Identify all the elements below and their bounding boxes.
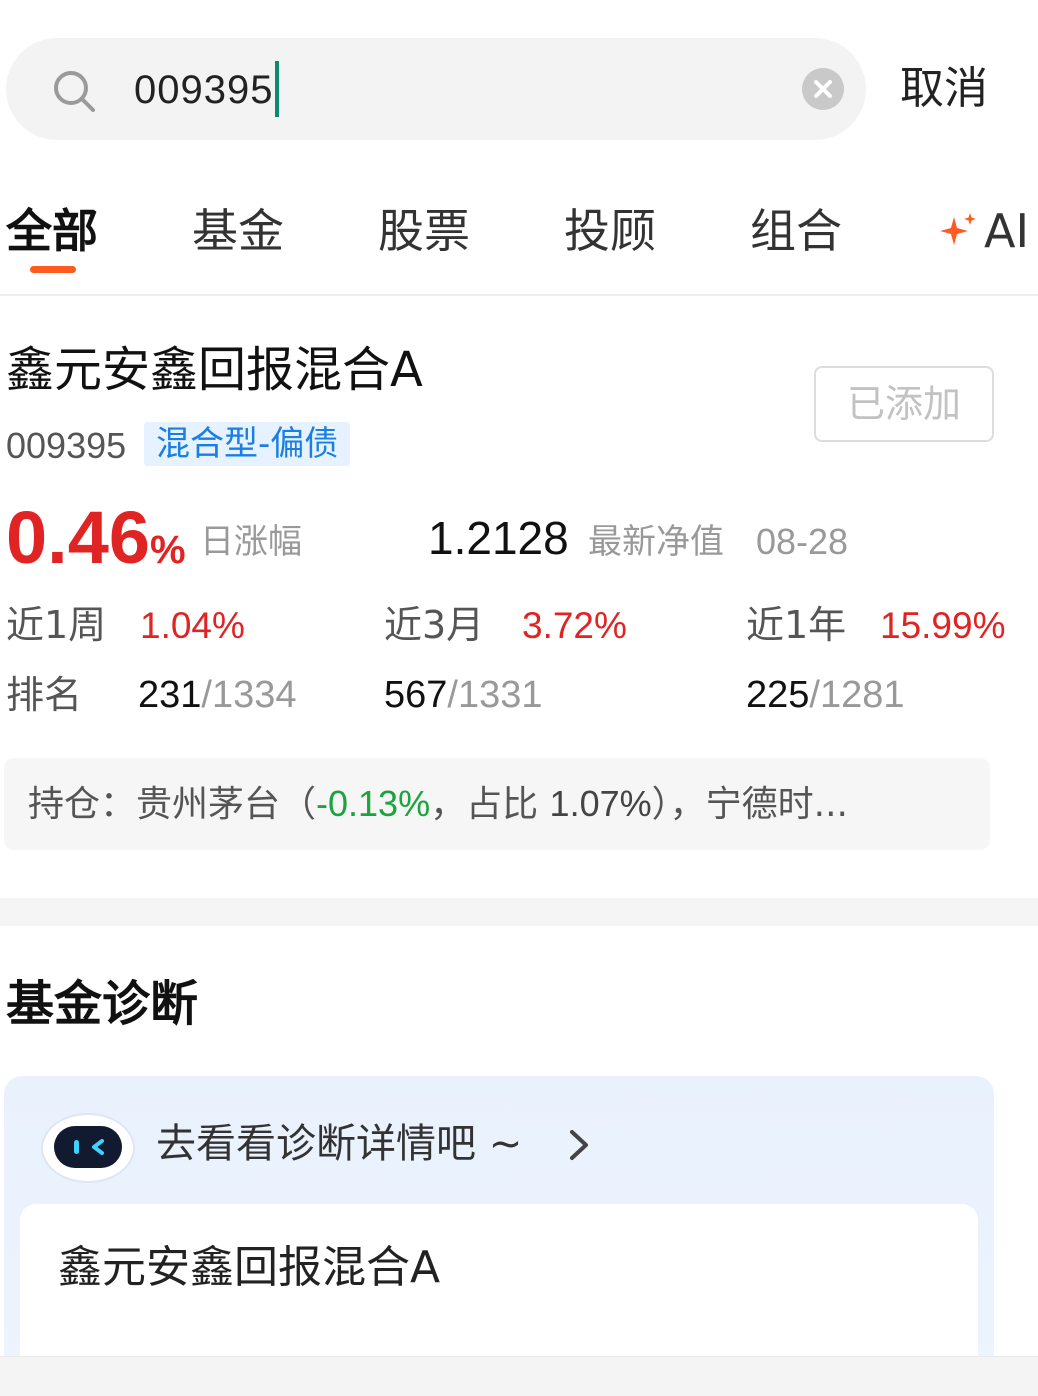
category-tabs: 全部 基金 股票 投顾 组合 AI xyxy=(0,192,1038,296)
added-button[interactable]: 已添加 xyxy=(814,366,994,442)
bottom-bar-edge xyxy=(0,1356,1038,1396)
search-input[interactable]: 009395 xyxy=(134,60,280,120)
holdings-summary[interactable]: 持仓：贵州茅台（-0.13%，占比 1.07%），宁德时... xyxy=(4,758,990,850)
cancel-button[interactable]: 取消 xyxy=(900,58,988,120)
rank-1y: 225/1281 xyxy=(746,674,905,716)
perf-value-1y: 15.99% xyxy=(880,605,1006,646)
tab-ai[interactable]: AI xyxy=(938,202,1029,260)
section-title-diagnosis: 基金诊断 xyxy=(6,976,199,1032)
sparkle-icon xyxy=(940,213,976,245)
perf-value-3m: 3.72% xyxy=(522,605,627,646)
fund-name[interactable]: 鑫元安鑫回报混合A xyxy=(6,338,423,402)
rank-3m: 567/1331 xyxy=(384,674,543,716)
fund-code: 009395 xyxy=(6,425,127,466)
search-bar[interactable]: 009395 xyxy=(6,38,866,140)
diagnosis-link[interactable]: 去看看诊断详情吧 ~ xyxy=(156,1114,522,1174)
active-tab-indicator xyxy=(30,266,76,273)
tab-portfolio[interactable]: 组合 xyxy=(750,202,842,260)
chevron-right-icon xyxy=(570,1130,588,1160)
clear-icon[interactable] xyxy=(802,68,844,110)
perf-label-1w: 近1周 xyxy=(6,603,107,647)
robot-icon xyxy=(41,1113,135,1183)
search-icon xyxy=(54,71,95,112)
rank-label: 排名 xyxy=(6,673,83,717)
daily-change-value: 0.46% xyxy=(6,496,186,579)
fund-type-badge: 混合型-偏债 xyxy=(144,422,351,466)
tab-stock[interactable]: 股票 xyxy=(378,202,470,260)
diagnosis-fund-name: 鑫元安鑫回报混合A xyxy=(58,1242,441,1293)
text-caret xyxy=(275,61,280,118)
perf-label-1y: 近1年 xyxy=(746,603,847,647)
tab-ai-label: AI xyxy=(984,204,1030,258)
tab-advisor[interactable]: 投顾 xyxy=(564,202,656,260)
nav-date: 08-28 xyxy=(756,521,849,562)
rank-1w: 231/1334 xyxy=(138,674,297,716)
diagnosis-card[interactable]: 去看看诊断详情吧 ~ 鑫元安鑫回报混合A xyxy=(4,1076,994,1396)
section-divider xyxy=(0,898,1038,926)
tab-fund[interactable]: 基金 xyxy=(192,202,284,260)
nav-value: 1.2128 xyxy=(428,512,569,564)
perf-value-1w: 1.04% xyxy=(140,605,245,646)
tab-all[interactable]: 全部 xyxy=(6,202,98,260)
perf-label-3m: 近3月 xyxy=(384,603,485,647)
daily-change-label: 日涨幅 xyxy=(200,522,302,562)
nav-label: 最新净值 xyxy=(588,522,724,562)
